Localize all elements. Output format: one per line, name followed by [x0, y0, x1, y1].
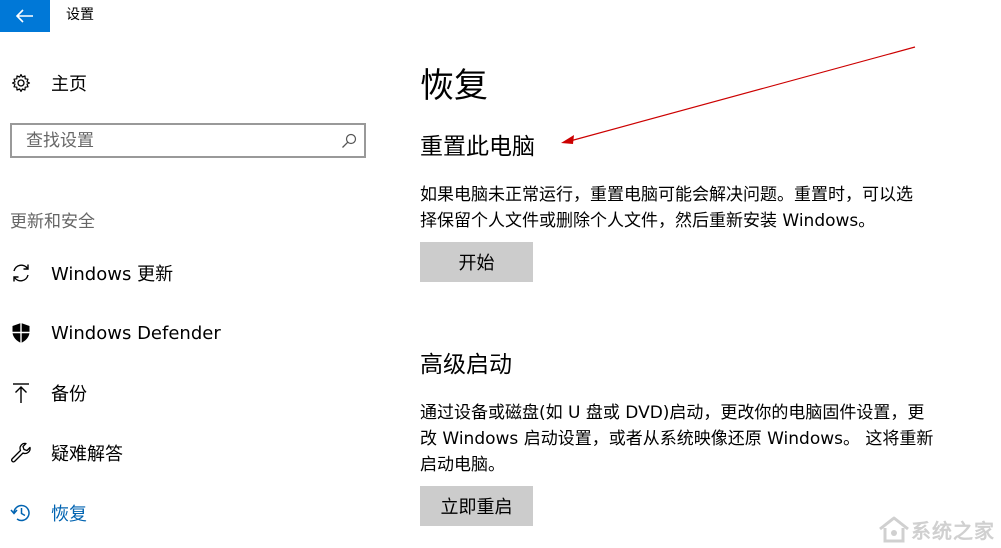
- advanced-desc-line: 通过设备或磁盘(如 U 盘或 DVD)启动，更改你的电脑固件设置，更: [420, 403, 925, 423]
- advanced-startup-heading: 高级启动: [420, 352, 512, 378]
- sidebar-item-backup[interactable]: 备份: [10, 376, 380, 410]
- page-title: 恢复: [420, 66, 488, 106]
- reset-start-button[interactable]: 开始: [420, 242, 533, 282]
- advanced-desc-line: 启动电脑。: [420, 455, 505, 475]
- watermark-text: 系统之家: [911, 518, 995, 543]
- house-logo-icon: [879, 516, 909, 543]
- gear-icon: [10, 72, 32, 94]
- sidebar-item-label: Windows Defender: [51, 322, 221, 344]
- shield-icon: [10, 322, 32, 344]
- sidebar-item-home-label: 主页: [51, 74, 87, 95]
- reset-pc-heading: 重置此电脑: [420, 134, 535, 160]
- search-input[interactable]: [12, 125, 334, 156]
- settings-window: 设置 主页 更新和安全: [0, 0, 1001, 548]
- history-icon: [10, 502, 32, 524]
- sidebar-item-home[interactable]: 主页: [10, 66, 87, 100]
- reset-pc-description: 如果电脑未正常运行，重置电脑可能会解决问题。重置时，可以选 择保留个人文件或删除…: [420, 182, 980, 234]
- sidebar-item-label: 备份: [51, 384, 87, 405]
- advanced-startup-description: 通过设备或磁盘(如 U 盘或 DVD)启动，更改你的电脑固件设置，更 改 Win…: [420, 400, 980, 478]
- sidebar-item-label: 恢复: [51, 504, 87, 525]
- sidebar: 主页 更新和安全 Windows 更新: [0, 0, 390, 548]
- sidebar-item-label: Windows 更新: [51, 264, 174, 285]
- site-watermark: 系统之家: [877, 514, 995, 544]
- reset-desc-line: 如果电脑未正常运行，重置电脑可能会解决问题。重置时，可以选: [420, 185, 913, 205]
- search-icon[interactable]: [334, 133, 364, 149]
- sidebar-item-windows-update[interactable]: Windows 更新: [10, 256, 380, 290]
- restart-now-button[interactable]: 立即重启: [420, 486, 533, 526]
- upload-arrow-icon: [10, 382, 32, 404]
- refresh-icon: [10, 262, 32, 284]
- advanced-desc-line: 改 Windows 启动设置，或者从系统映像还原 Windows。 这将重新: [420, 429, 934, 449]
- search-box: [10, 123, 366, 158]
- section-label: 更新和安全: [10, 212, 95, 232]
- wrench-icon: [10, 442, 32, 464]
- reset-desc-line: 择保留个人文件或删除个人文件，然后重新安装 Windows。: [420, 211, 876, 231]
- sidebar-item-troubleshoot[interactable]: 疑难解答: [10, 436, 380, 470]
- sidebar-item-windows-defender[interactable]: Windows Defender: [10, 316, 380, 350]
- main-content: 恢复 重置此电脑 如果电脑未正常运行，重置电脑可能会解决问题。重置时，可以选 择…: [420, 0, 990, 548]
- sidebar-item-recovery[interactable]: 恢复: [10, 496, 380, 530]
- sidebar-item-label: 疑难解答: [51, 444, 123, 465]
